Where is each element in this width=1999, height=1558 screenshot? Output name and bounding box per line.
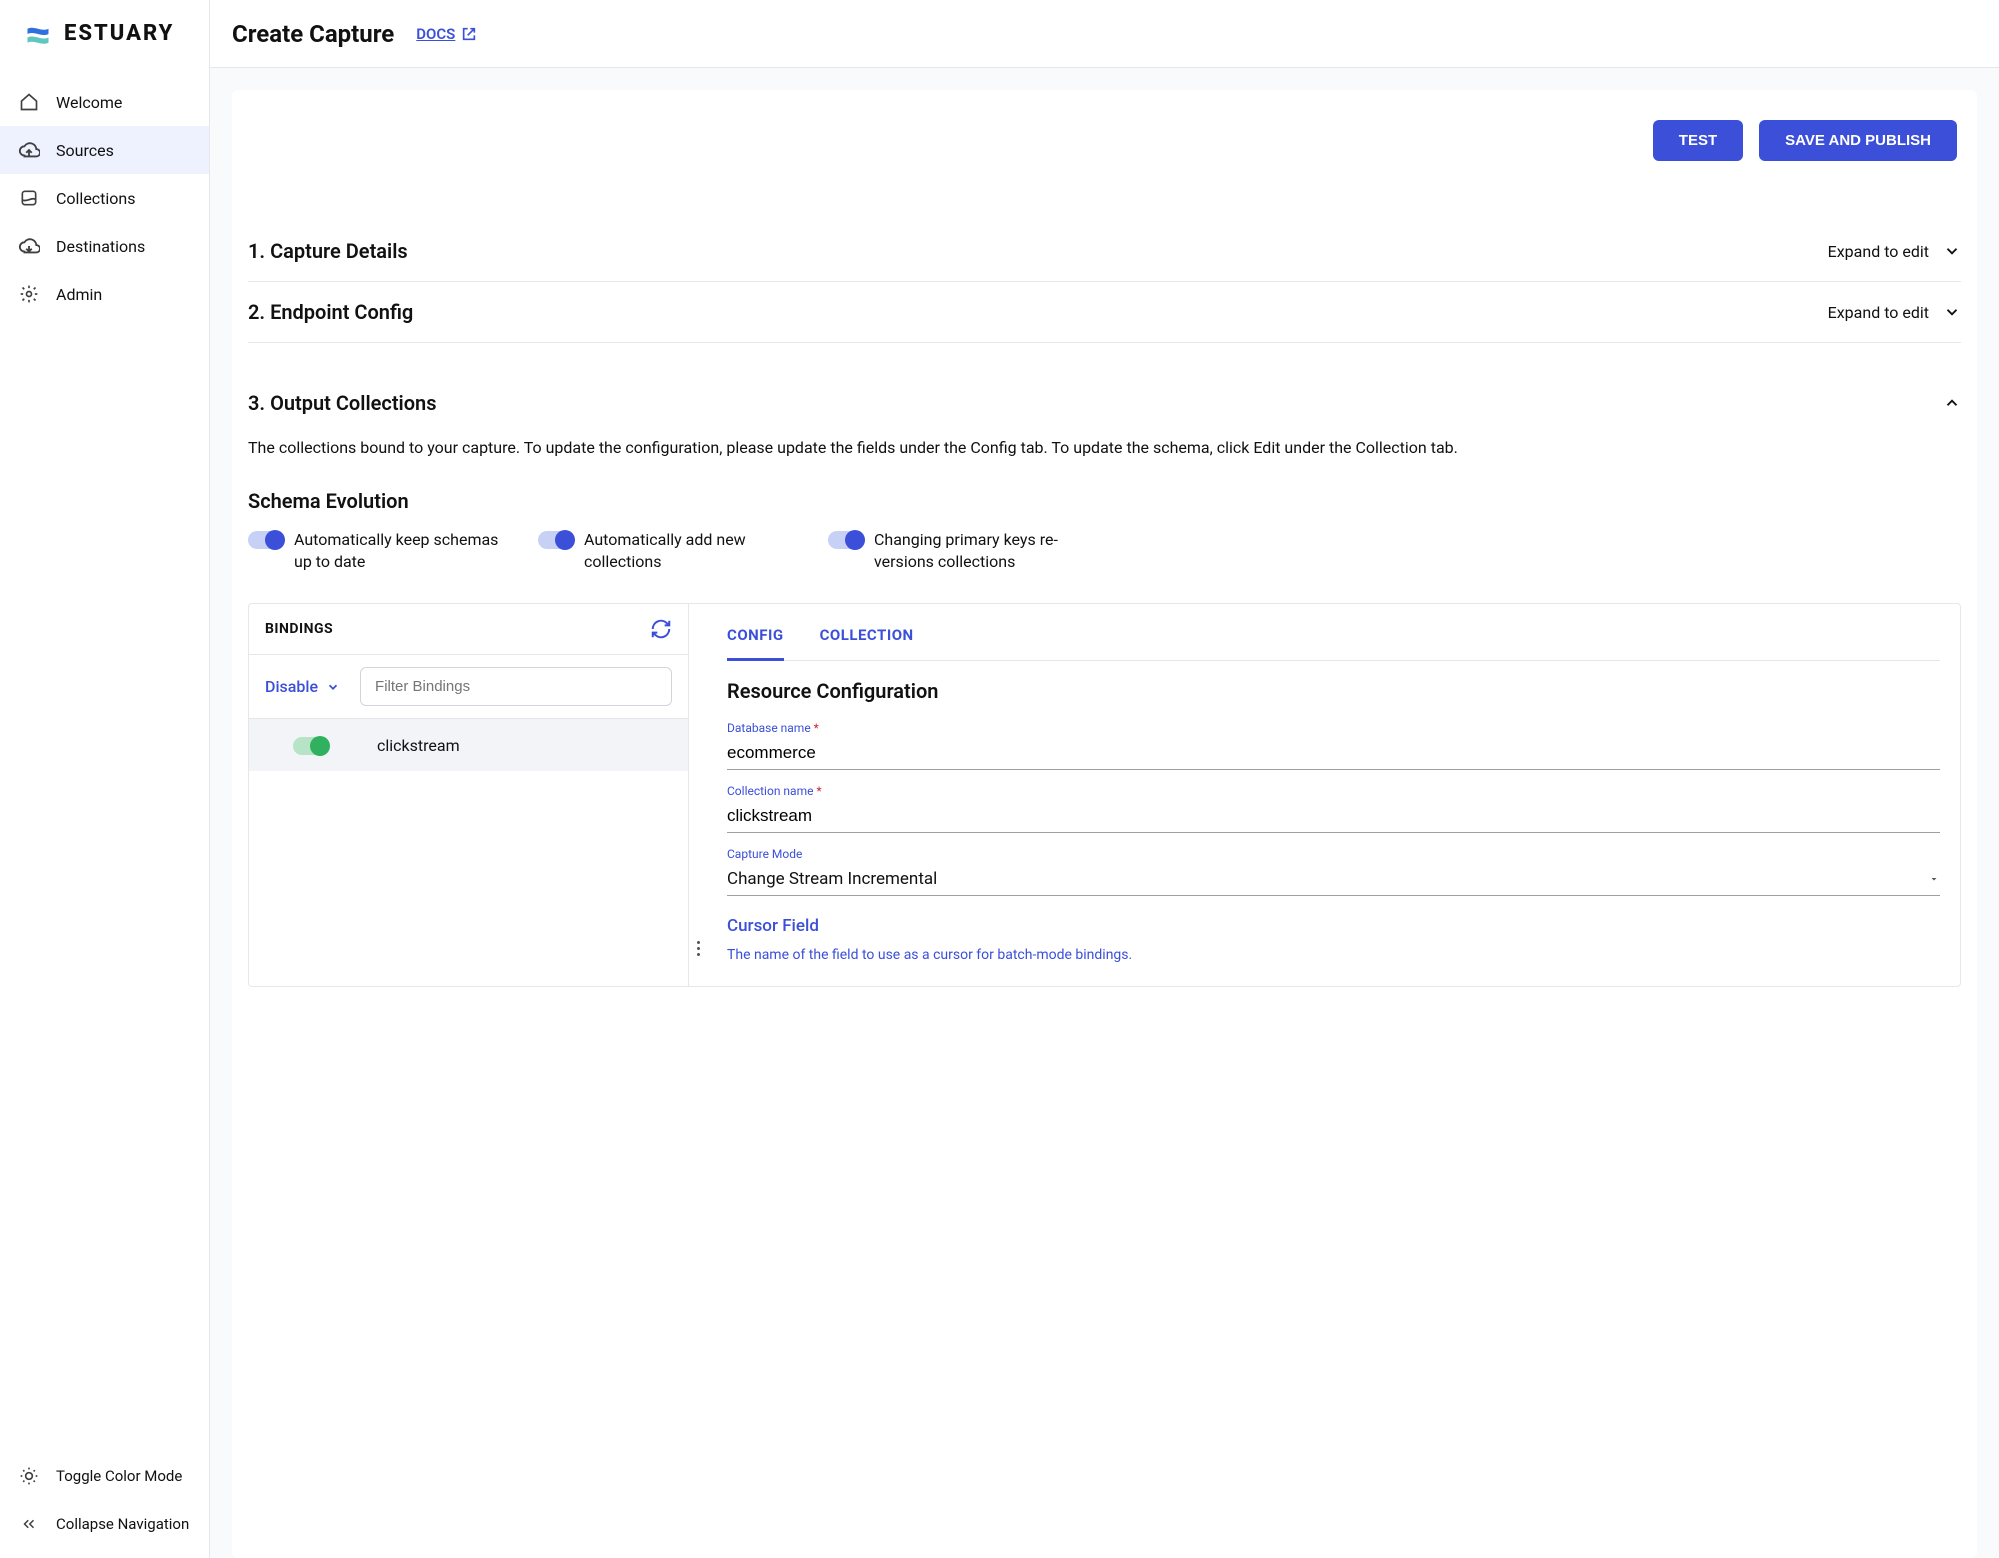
cursor-field-heading: Cursor Field bbox=[727, 916, 1940, 936]
sidebar-item-destinations[interactable]: Destinations bbox=[0, 222, 209, 270]
section-title: 2. Endpoint Config bbox=[248, 300, 413, 324]
collapse-nav-label: Collapse Navigation bbox=[56, 1515, 189, 1533]
bindings-panel: BINDINGS Disable bbox=[249, 604, 689, 986]
collapse-navigation[interactable]: Collapse Navigation bbox=[0, 1500, 209, 1548]
docs-link-label: DOCS bbox=[416, 25, 455, 43]
section-endpoint-config[interactable]: 2. Endpoint Config Expand to edit bbox=[248, 282, 1961, 343]
config-panel: CONFIG COLLECTION Resource Configuration… bbox=[707, 604, 1960, 986]
chevron-down-icon bbox=[1943, 242, 1961, 260]
collapse-section[interactable] bbox=[1943, 394, 1961, 412]
sidebar: ESTUARY Welcome Sources Collections Dest… bbox=[0, 0, 210, 1558]
gear-icon bbox=[18, 283, 40, 305]
caret-down-icon bbox=[1928, 873, 1940, 885]
collection-name-input[interactable] bbox=[727, 800, 1940, 833]
cloud-up-icon bbox=[18, 139, 40, 161]
resource-config-heading: Resource Configuration bbox=[727, 679, 1940, 703]
sidebar-item-label: Welcome bbox=[56, 93, 122, 112]
logo-text: ESTUARY bbox=[64, 21, 174, 46]
binding-name: clickstream bbox=[377, 736, 460, 755]
test-button[interactable]: TEST bbox=[1653, 120, 1743, 161]
sidebar-item-admin[interactable]: Admin bbox=[0, 270, 209, 318]
schema-evolution-heading: Schema Evolution bbox=[248, 489, 1961, 513]
sidebar-item-label: Destinations bbox=[56, 237, 145, 256]
expand-to-edit[interactable]: Expand to edit bbox=[1828, 303, 1961, 322]
bindings-heading: BINDINGS bbox=[265, 621, 333, 637]
home-icon bbox=[18, 91, 40, 113]
sidebar-item-welcome[interactable]: Welcome bbox=[0, 78, 209, 126]
sun-icon bbox=[18, 1465, 40, 1487]
toggle-color-mode[interactable]: Toggle Color Mode bbox=[0, 1452, 209, 1500]
capture-mode-select[interactable]: Change Stream Incremental bbox=[727, 863, 1940, 896]
refresh-icon[interactable] bbox=[650, 618, 672, 640]
sidebar-item-collections[interactable]: Collections bbox=[0, 174, 209, 222]
topbar: Create Capture DOCS bbox=[210, 0, 1999, 68]
tab-config[interactable]: CONFIG bbox=[727, 618, 784, 661]
toggle-color-label: Toggle Color Mode bbox=[56, 1467, 182, 1485]
docs-link[interactable]: DOCS bbox=[416, 25, 477, 43]
section-output-collections[interactable]: 3. Output Collections bbox=[248, 373, 1961, 425]
chevron-down-icon bbox=[1943, 303, 1961, 321]
chevron-down-icon bbox=[326, 680, 340, 694]
binding-toggle[interactable] bbox=[293, 737, 327, 755]
chevrons-left-icon bbox=[18, 1513, 40, 1535]
toggle-label: Automatically keep schemas up to date bbox=[294, 529, 508, 574]
sidebar-item-label: Collections bbox=[56, 189, 136, 208]
cloud-down-icon bbox=[18, 235, 40, 257]
section-title: 1. Capture Details bbox=[248, 239, 408, 263]
db-name-label: Database name * bbox=[727, 721, 1940, 735]
sidebar-item-label: Sources bbox=[56, 141, 114, 160]
toggle-label: Automatically add new collections bbox=[584, 529, 798, 574]
panel-resize-handle[interactable] bbox=[689, 931, 707, 966]
toggle-label: Changing primary keys re-versions collec… bbox=[874, 529, 1088, 574]
toggle-add-collections[interactable] bbox=[538, 531, 572, 549]
toggle-reversion-collections[interactable] bbox=[828, 531, 862, 549]
output-collections-description: The collections bound to your capture. T… bbox=[248, 435, 1961, 461]
section-capture-details[interactable]: 1. Capture Details Expand to edit bbox=[248, 221, 1961, 282]
expand-to-edit[interactable]: Expand to edit bbox=[1828, 242, 1961, 261]
toggle-keep-schemas[interactable] bbox=[248, 531, 282, 549]
disable-dropdown[interactable]: Disable bbox=[265, 677, 340, 696]
chevron-up-icon bbox=[1943, 394, 1961, 412]
logo[interactable]: ESTUARY bbox=[0, 0, 209, 68]
external-link-icon bbox=[461, 26, 477, 42]
capture-mode-label: Capture Mode bbox=[727, 847, 1940, 861]
db-name-input[interactable] bbox=[727, 737, 1940, 770]
logo-icon bbox=[24, 20, 52, 48]
save-publish-button[interactable]: SAVE AND PUBLISH bbox=[1759, 120, 1957, 161]
tab-collection[interactable]: COLLECTION bbox=[820, 618, 914, 660]
collections-icon bbox=[18, 187, 40, 209]
nav: Welcome Sources Collections Destinations… bbox=[0, 68, 209, 1452]
filter-bindings-input[interactable] bbox=[360, 667, 672, 706]
sidebar-item-label: Admin bbox=[56, 285, 102, 304]
section-title: 3. Output Collections bbox=[248, 391, 437, 415]
output-panels: BINDINGS Disable bbox=[248, 603, 1961, 987]
collection-name-label: Collection name * bbox=[727, 784, 1940, 798]
capture-mode-value: Change Stream Incremental bbox=[727, 869, 937, 889]
cursor-field-description: The name of the field to use as a cursor… bbox=[727, 946, 1940, 966]
sidebar-item-sources[interactable]: Sources bbox=[0, 126, 209, 174]
binding-row[interactable]: clickstream bbox=[249, 719, 688, 771]
page-title: Create Capture bbox=[232, 20, 394, 48]
